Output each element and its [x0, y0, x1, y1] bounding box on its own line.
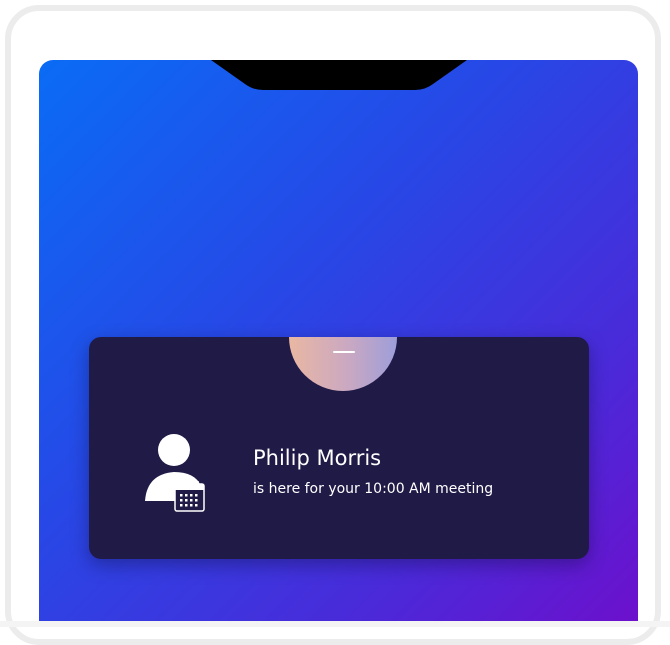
phone-notch: [211, 60, 467, 90]
visitor-name: Philip Morris: [253, 446, 382, 470]
avatar: [289, 337, 397, 391]
notification-text: Philip Morris is here for your 10:00 AM …: [253, 444, 493, 500]
visitor-notification-card[interactable]: Philip Morris is here for your 10:00 AM …: [89, 337, 589, 559]
meeting-message: is here for your 10:00 AM meeting: [253, 481, 494, 497]
drag-handle-icon: [333, 351, 355, 353]
bottom-edge: [0, 621, 670, 627]
phone-screen: Philip Morris is here for your 10:00 AM …: [39, 60, 638, 627]
person-calendar-icon: [145, 434, 205, 512]
